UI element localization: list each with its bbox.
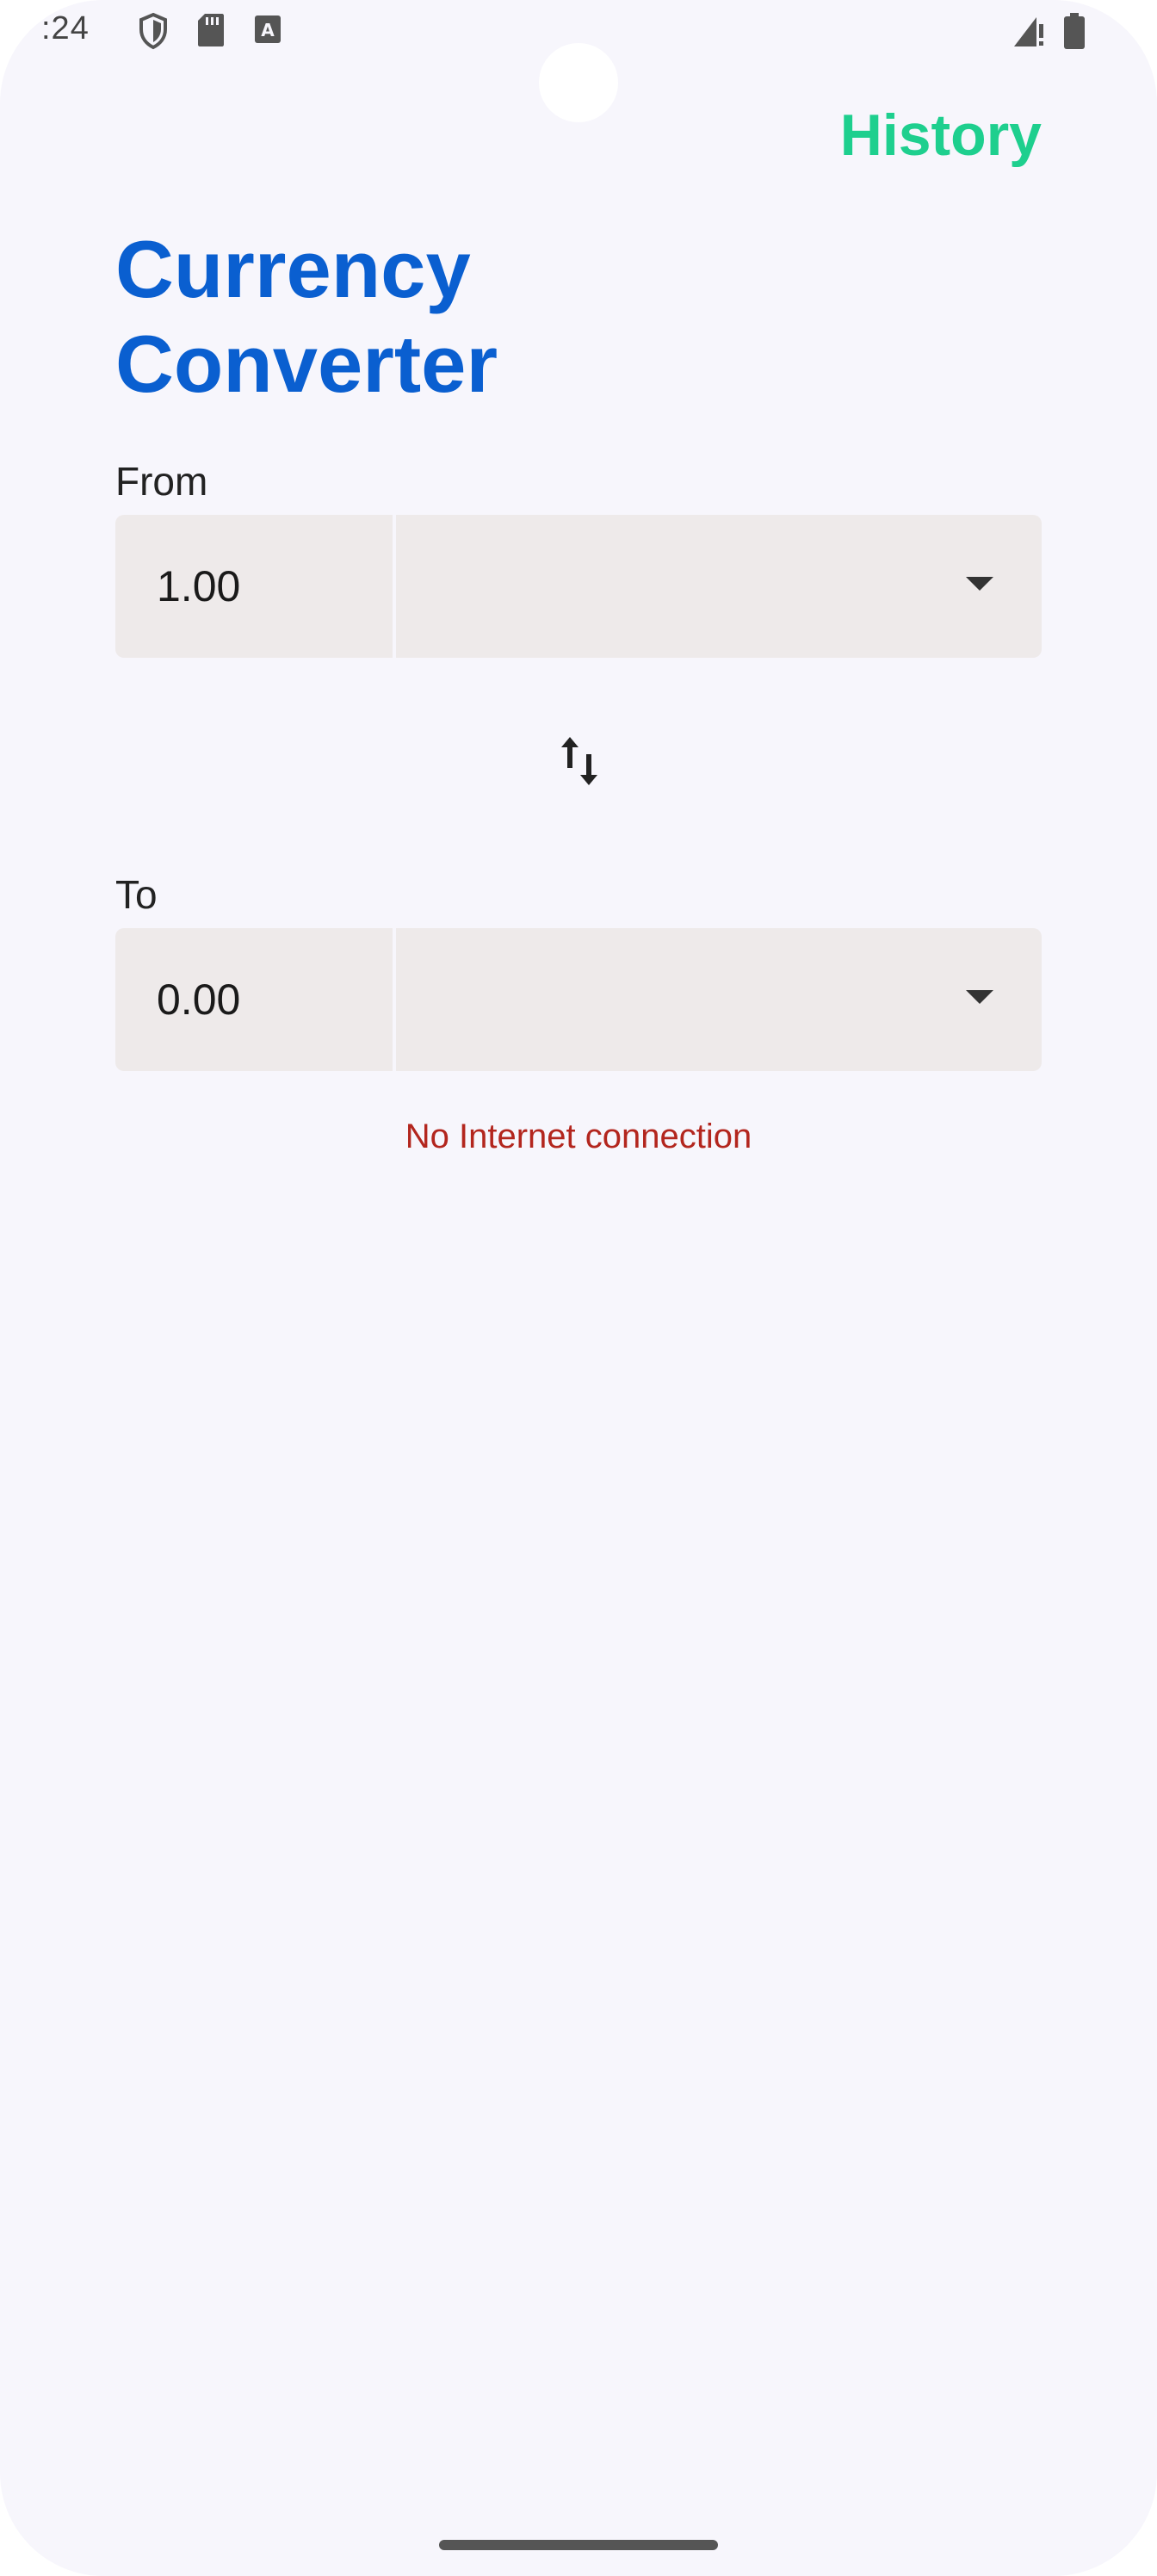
battery-icon bbox=[1064, 13, 1085, 49]
from-label: From bbox=[115, 459, 208, 504]
vpn-shield-icon bbox=[139, 12, 167, 50]
from-currency-dropdown[interactable] bbox=[396, 515, 1042, 658]
to-label: To bbox=[115, 872, 158, 917]
signal-off-icon bbox=[1014, 17, 1043, 46]
to-amount-input[interactable]: 0.00 bbox=[115, 928, 393, 1071]
dropdown-arrow-icon bbox=[966, 577, 993, 591]
history-button[interactable]: History bbox=[840, 102, 1042, 169]
error-message: No Internet connection bbox=[405, 1118, 752, 1155]
page-title-line-1: Currency bbox=[115, 224, 471, 314]
svg-text:A: A bbox=[261, 20, 275, 40]
page-title-line-2: Converter bbox=[115, 319, 498, 409]
app-screen: :24 A History Currency Converter From 1.… bbox=[0, 0, 1157, 2576]
camera-cutout bbox=[539, 43, 618, 122]
keyboard-a-icon: A bbox=[255, 15, 281, 43]
to-currency-dropdown[interactable] bbox=[396, 928, 1042, 1071]
sd-card-icon bbox=[198, 14, 224, 46]
dropdown-arrow-icon bbox=[966, 990, 993, 1004]
swap-vertical-icon[interactable] bbox=[558, 734, 601, 789]
status-time: :24 bbox=[41, 10, 90, 46]
home-indicator[interactable] bbox=[439, 2540, 718, 2550]
page-title: Currency Converter bbox=[115, 222, 718, 412]
from-amount-input[interactable]: 1.00 bbox=[115, 515, 393, 658]
